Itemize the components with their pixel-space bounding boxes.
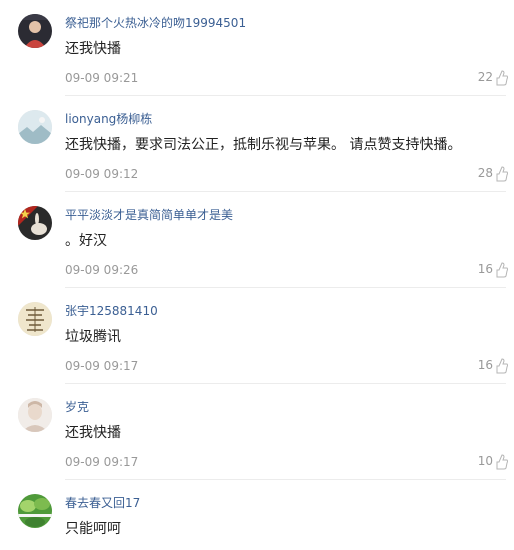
comment-timestamp: 09-09 09:17 xyxy=(65,359,139,373)
avatar-star-rabbit-icon xyxy=(18,206,52,240)
like-count: 22 xyxy=(477,70,493,84)
avatar-green-leaves-icon xyxy=(18,494,52,528)
comment-timestamp: 09-09 09:12 xyxy=(65,167,139,181)
comment-username[interactable]: 祭祀那个火热冰冷的吻19994501 xyxy=(65,15,246,31)
avatar-landscape-pale-icon xyxy=(18,110,52,144)
avatar[interactable] xyxy=(18,494,52,528)
like-button[interactable]: 16 xyxy=(478,258,508,280)
avatar[interactable] xyxy=(18,398,52,432)
like-button[interactable]: 16 xyxy=(478,354,508,376)
avatar[interactable] xyxy=(18,302,52,336)
avatar-photo-person-dark-icon xyxy=(18,14,52,48)
thumbs-up-icon[interactable] xyxy=(496,260,508,278)
comment-item: lionyang杨柳栋 还我快播，要求司法公正，抵制乐视与苹果。 请点赞支持快播… xyxy=(0,96,514,192)
thumbs-up-icon[interactable] xyxy=(496,164,508,182)
like-button[interactable]: 10 xyxy=(478,450,508,472)
like-count: 16 xyxy=(477,262,493,276)
comment-item: 祭祀那个火热冰冷的吻19994501 还我快播 09-09 09:21 22 xyxy=(0,0,514,96)
like-count: 10 xyxy=(477,454,493,468)
comment-item: 春去春又回17 只能呵呵 xyxy=(0,480,514,550)
thumbs-up-icon[interactable] xyxy=(496,452,508,470)
avatar[interactable] xyxy=(18,110,52,144)
avatar-calligraphy-icon xyxy=(18,302,52,336)
comment-text: 只能呵呵 xyxy=(65,521,121,537)
comment-item: 张宇125881410 垃圾腾讯 09-09 09:17 16 xyxy=(0,288,514,384)
like-count: 16 xyxy=(477,358,493,372)
comment-username[interactable]: 张宇125881410 xyxy=(65,303,158,319)
comment-item: 平平淡淡才是真简简单单才是美 。好汉 09-09 09:26 16 xyxy=(0,192,514,288)
comment-username[interactable]: 岁克 xyxy=(65,399,89,415)
like-button[interactable]: 22 xyxy=(478,66,508,88)
comment-text: 还我快播，要求司法公正，抵制乐视与苹果。 请点赞支持快播。 xyxy=(65,137,462,153)
comment-timestamp: 09-09 09:17 xyxy=(65,455,139,469)
like-button[interactable]: 28 xyxy=(478,162,508,184)
avatar[interactable] xyxy=(18,14,52,48)
comment-timestamp: 09-09 09:21 xyxy=(65,71,139,85)
comment-timestamp: 09-09 09:26 xyxy=(65,263,139,277)
thumbs-up-icon[interactable] xyxy=(496,356,508,374)
comment-item: 岁克 还我快播 09-09 09:17 10 xyxy=(0,384,514,480)
comment-text: 还我快播 xyxy=(65,41,121,57)
comment-text: 还我快播 xyxy=(65,425,121,441)
comment-username[interactable]: lionyang杨柳栋 xyxy=(65,111,152,127)
comment-username[interactable]: 春去春又回17 xyxy=(65,495,140,511)
comment-text: 垃圾腾讯 xyxy=(65,329,121,345)
comment-username[interactable]: 平平淡淡才是真简简单单才是美 xyxy=(65,207,233,223)
avatar-photo-person-light-icon xyxy=(18,398,52,432)
avatar[interactable] xyxy=(18,206,52,240)
like-count: 28 xyxy=(477,166,493,180)
thumbs-up-icon[interactable] xyxy=(496,68,508,86)
comment-text: 。好汉 xyxy=(65,233,107,249)
comment-list: 祭祀那个火热冰冷的吻19994501 还我快播 09-09 09:21 22 l… xyxy=(0,0,514,550)
